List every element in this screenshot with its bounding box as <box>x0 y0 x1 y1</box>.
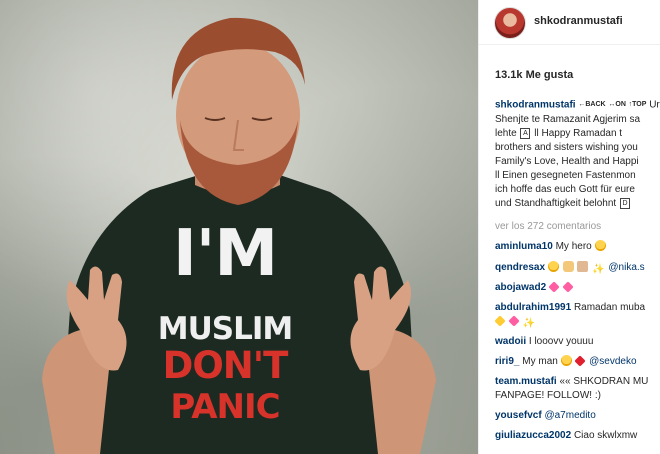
comment-item: riri9_ My man @sevdeko <box>495 355 637 369</box>
comment-text: My man <box>522 356 558 367</box>
caption-line-7: ich hoffe das euch Gott für eure <box>495 183 635 195</box>
comment-user[interactable]: giuliazucca2002 <box>495 430 571 441</box>
post-photo[interactable]: I'M MUSLIM DON'T PANIC <box>0 0 478 454</box>
comment-user[interactable]: abojawad2 <box>495 282 546 293</box>
comment-item: qendresax ✨ @nika.s <box>495 261 645 277</box>
caption-line-6: ll Einen gesegneten Fastenmon <box>495 169 636 181</box>
caption-line-3: lehte A ll Happy Ramadan t <box>495 127 623 139</box>
comment-user[interactable]: riri9_ <box>495 356 519 367</box>
comment-user[interactable]: aminluma10 <box>495 241 553 252</box>
box-symbol-icon: A <box>520 127 531 139</box>
post-caption: shkodranmustafi ←BACK ↔ON ↑TOP Urim Shen… <box>495 98 660 211</box>
comment-user[interactable]: abdulrahim1991 <box>495 302 571 313</box>
pink-heart-icon <box>548 281 560 293</box>
caption-author[interactable]: shkodranmustafi <box>495 100 576 111</box>
comment-text: I looovv youuu <box>528 336 594 347</box>
comment-emoji-line: ✨ <box>494 315 536 331</box>
yellow-heart-icon <box>494 315 506 327</box>
shirt-text-panic: PANIC <box>170 387 280 427</box>
laughing-face-icon <box>547 261 559 272</box>
comment-user[interactable]: qendresax <box>495 262 545 273</box>
shirt-text-im: I'M <box>172 217 278 291</box>
top-arrow-icon: ↑TOP <box>628 101 647 108</box>
raised-hands-icon <box>562 261 574 272</box>
heart-eyes-face-icon <box>560 355 572 366</box>
smiling-face-sunglasses-icon <box>594 240 606 251</box>
shirt-text-muslim: MUSLIM <box>157 311 293 347</box>
shirt-text-dont: DON'T <box>162 344 289 387</box>
comment-item: aminluma10 My hero <box>495 240 607 254</box>
comment-user[interactable]: wadoii <box>495 336 526 347</box>
post-sidebar: shkodranmustafi 13.1k Me gusta shkodranm… <box>478 0 660 454</box>
red-heart-icon <box>574 355 587 367</box>
comment-item: abdulrahim1991 Ramadan muba <box>495 301 645 315</box>
comment-item: yousefvcf @a7medito <box>495 409 596 423</box>
comment-mention[interactable]: @a7medito <box>544 410 595 421</box>
comment-mention[interactable]: @sevdeko <box>589 356 636 367</box>
comment-item: giuliazucca2002 Ciao skwlxmw <box>495 429 637 443</box>
comment-item: wadoii I looovv youuu <box>495 335 593 349</box>
comment-item: team.mustafi «« SHKODRAN MU <box>495 375 648 389</box>
skin-tone-icon <box>577 261 589 272</box>
pink-heart-icon <box>508 315 520 327</box>
avatar[interactable] <box>494 7 526 39</box>
comment-text-continued: FANPAGE! FOLLOW! :) <box>495 390 601 401</box>
comment-text: «« SHKODRAN MU <box>559 376 649 387</box>
comment-user[interactable]: yousefvcf <box>495 410 542 421</box>
on-arrow-icon: ↔ON <box>608 101 626 108</box>
likes-count[interactable]: 13.1k Me gusta <box>495 69 573 81</box>
comment-mention[interactable]: @nika.s <box>608 262 644 273</box>
comment-item: abojawad2 <box>495 281 574 295</box>
caption-line-1: shkodranmustafi ←BACK ↔ON ↑TOP Urim <box>495 98 660 113</box>
header-username[interactable]: shkodranmustafi <box>534 15 623 27</box>
caption-line-4: brothers and sisters wishing you <box>495 141 638 153</box>
comment-text: Ramadan muba <box>573 302 646 313</box>
box-symbol-icon: D <box>620 197 630 209</box>
caption-line-2: Shenjte te Ramazanit Agjerim sa <box>495 113 641 125</box>
pink-heart-icon <box>562 281 574 293</box>
caption-line-5: Family's Love, Health and Happi <box>495 155 639 167</box>
sparkles-icon: ✨ <box>522 318 536 329</box>
comment-text: My hero <box>555 241 592 252</box>
comment-text: Ciao skwlxmw <box>573 430 638 441</box>
sparkles-icon: ✨ <box>592 264 605 275</box>
caption-text-1: Urim <box>649 99 660 111</box>
caption-line-8: und Standhaftigkeit belohnt D <box>495 197 660 211</box>
post-header: shkodranmustafi <box>479 0 660 45</box>
view-all-comments-link[interactable]: ver los 272 comentarios <box>495 221 601 232</box>
comment-user[interactable]: team.mustafi <box>495 376 557 387</box>
back-arrow-icon: ←BACK <box>578 101 606 108</box>
